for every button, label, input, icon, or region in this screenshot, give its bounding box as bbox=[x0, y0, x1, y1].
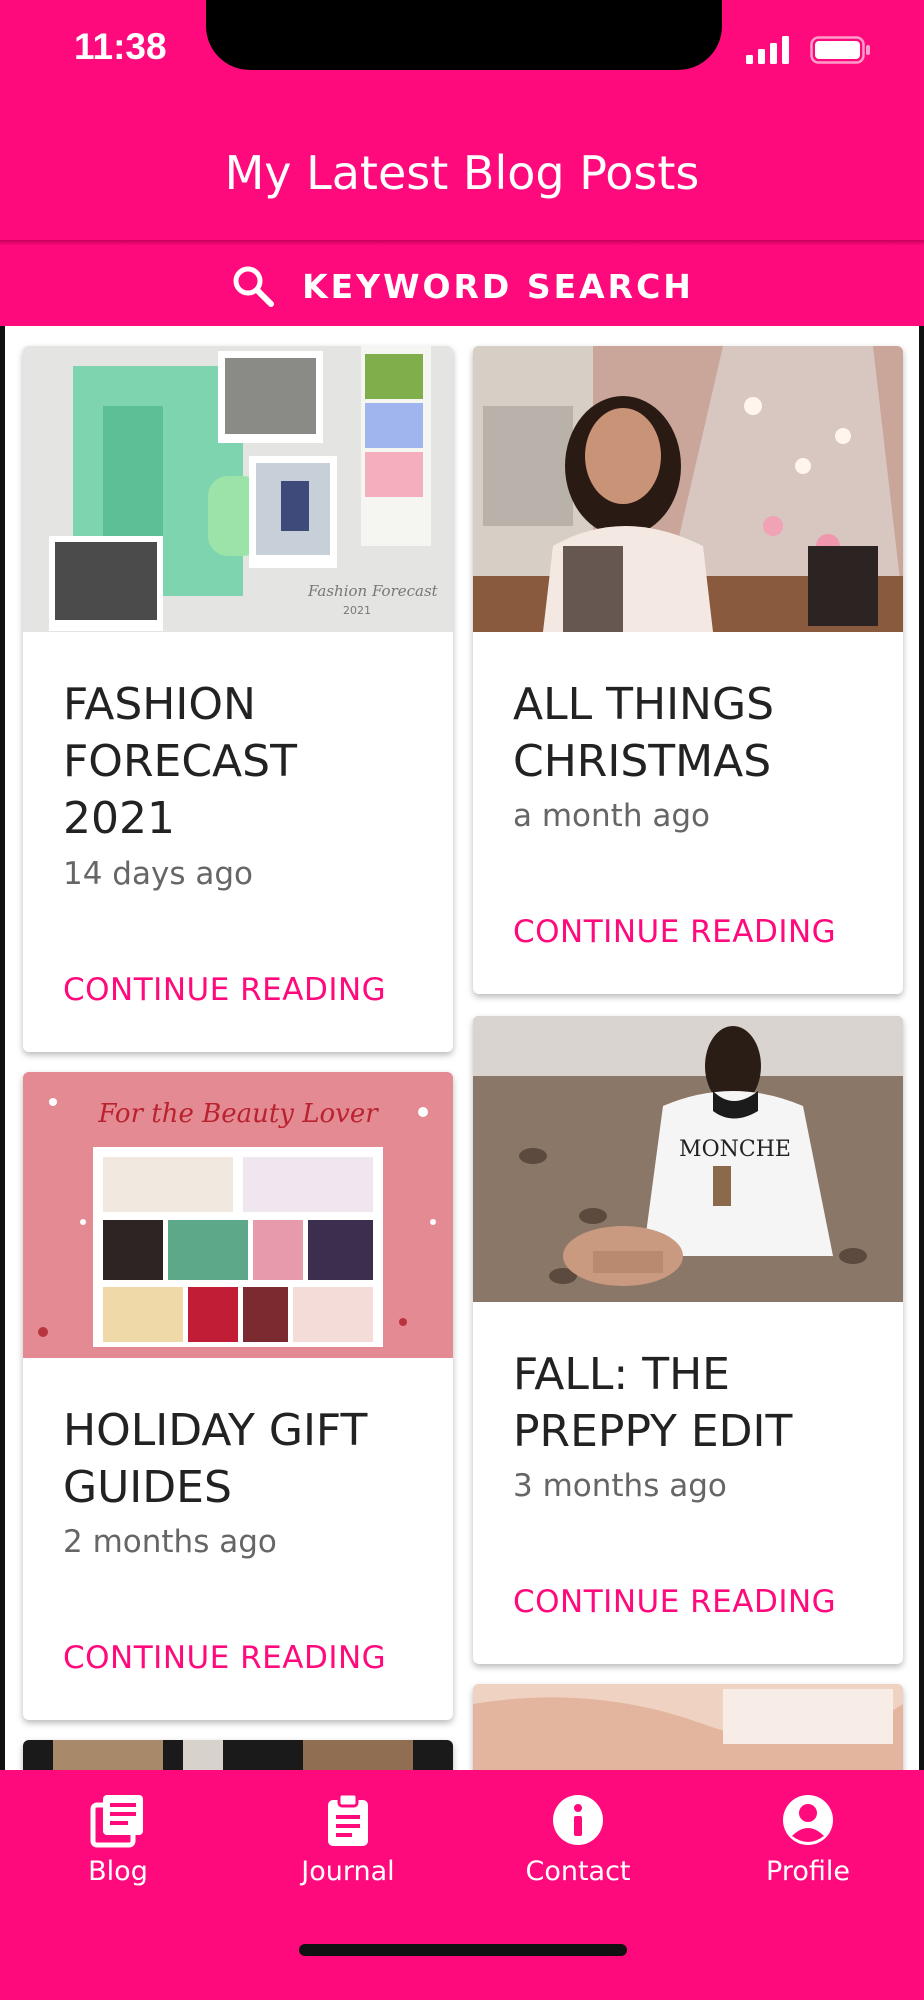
nav-label: Blog bbox=[88, 1856, 148, 1887]
post-date: 3 months ago bbox=[513, 1468, 727, 1504]
keyword-search-button[interactable]: KEYWORD SEARCH bbox=[0, 246, 924, 326]
account-icon bbox=[783, 1795, 833, 1845]
info-icon bbox=[553, 1795, 603, 1845]
blog-card-fall-preppy-edit[interactable]: MONCHE FALL: THE PREPPY EDIT 3 months ag… bbox=[473, 1016, 903, 1664]
battery-icon bbox=[810, 36, 870, 64]
post-title: FASHION FORECAST 2021 bbox=[63, 679, 297, 844]
nav-item-profile[interactable]: Profile bbox=[708, 1792, 908, 1887]
continue-reading-link[interactable]: CONTINUE READING bbox=[513, 914, 836, 950]
post-image: For the Beauty Lover bbox=[23, 1072, 453, 1358]
post-image bbox=[473, 1684, 903, 1770]
continue-reading-link[interactable]: CONTINUE READING bbox=[63, 1640, 386, 1676]
blog-card-partial[interactable] bbox=[473, 1684, 903, 1770]
post-title: ALL THINGS CHRISTMAS bbox=[513, 679, 774, 787]
status-time: 11:38 bbox=[74, 26, 167, 67]
search-label: KEYWORD SEARCH bbox=[302, 266, 694, 306]
gift-image-script: For the Beauty Lover bbox=[97, 1099, 379, 1129]
status-bar: 11:38 bbox=[0, 0, 924, 80]
post-title: FALL: THE PREPPY EDIT bbox=[513, 1349, 793, 1457]
signal-icon bbox=[746, 36, 789, 64]
post-image bbox=[473, 346, 903, 632]
post-date: a month ago bbox=[513, 798, 710, 834]
post-image: Fashion Forecast 2021 bbox=[23, 346, 453, 632]
post-date: 14 days ago bbox=[63, 856, 253, 892]
fashion-image-year: 2021 bbox=[343, 604, 371, 617]
bottom-navigation: Blog Journal Contact Profile bbox=[0, 1770, 924, 2000]
post-image bbox=[23, 1740, 453, 1770]
blog-card-all-things-christmas[interactable]: ALL THINGS CHRISTMAS a month ago CONTINU… bbox=[473, 346, 903, 994]
nav-label: Journal bbox=[301, 1856, 395, 1887]
blog-post-grid[interactable]: Fashion Forecast 2021 FASHION FORECAST 2… bbox=[5, 326, 919, 1770]
post-image: MONCHE bbox=[473, 1016, 903, 1302]
sweater-text: MONCHE bbox=[679, 1137, 791, 1162]
blog-card-holiday-gift-guides[interactable]: For the Beauty Lover HOLIDAY GIFT GUIDES… bbox=[23, 1072, 453, 1720]
continue-reading-link[interactable]: CONTINUE READING bbox=[513, 1584, 836, 1620]
blog-card-partial[interactable] bbox=[23, 1740, 453, 1770]
continue-reading-link[interactable]: CONTINUE READING bbox=[63, 972, 386, 1008]
nav-item-journal[interactable]: Journal bbox=[248, 1792, 448, 1887]
home-indicator[interactable] bbox=[299, 1944, 627, 1956]
blog-icon bbox=[90, 1795, 143, 1848]
post-title: HOLIDAY GIFT GUIDES bbox=[63, 1405, 368, 1513]
nav-label: Contact bbox=[525, 1856, 631, 1887]
blog-card-fashion-forecast[interactable]: Fashion Forecast 2021 FASHION FORECAST 2… bbox=[23, 346, 453, 1052]
device-notch bbox=[206, 0, 722, 70]
page-title: My Latest Blog Posts bbox=[224, 146, 700, 200]
nav-label: Profile bbox=[766, 1856, 850, 1887]
clipboard-icon bbox=[328, 1792, 368, 1846]
fashion-image-script: Fashion Forecast bbox=[307, 582, 439, 600]
nav-item-contact[interactable]: Contact bbox=[478, 1792, 678, 1887]
nav-item-blog[interactable]: Blog bbox=[18, 1792, 218, 1887]
app-header: My Latest Blog Posts bbox=[0, 80, 924, 240]
search-icon bbox=[233, 266, 275, 307]
post-date: 2 months ago bbox=[63, 1524, 277, 1560]
